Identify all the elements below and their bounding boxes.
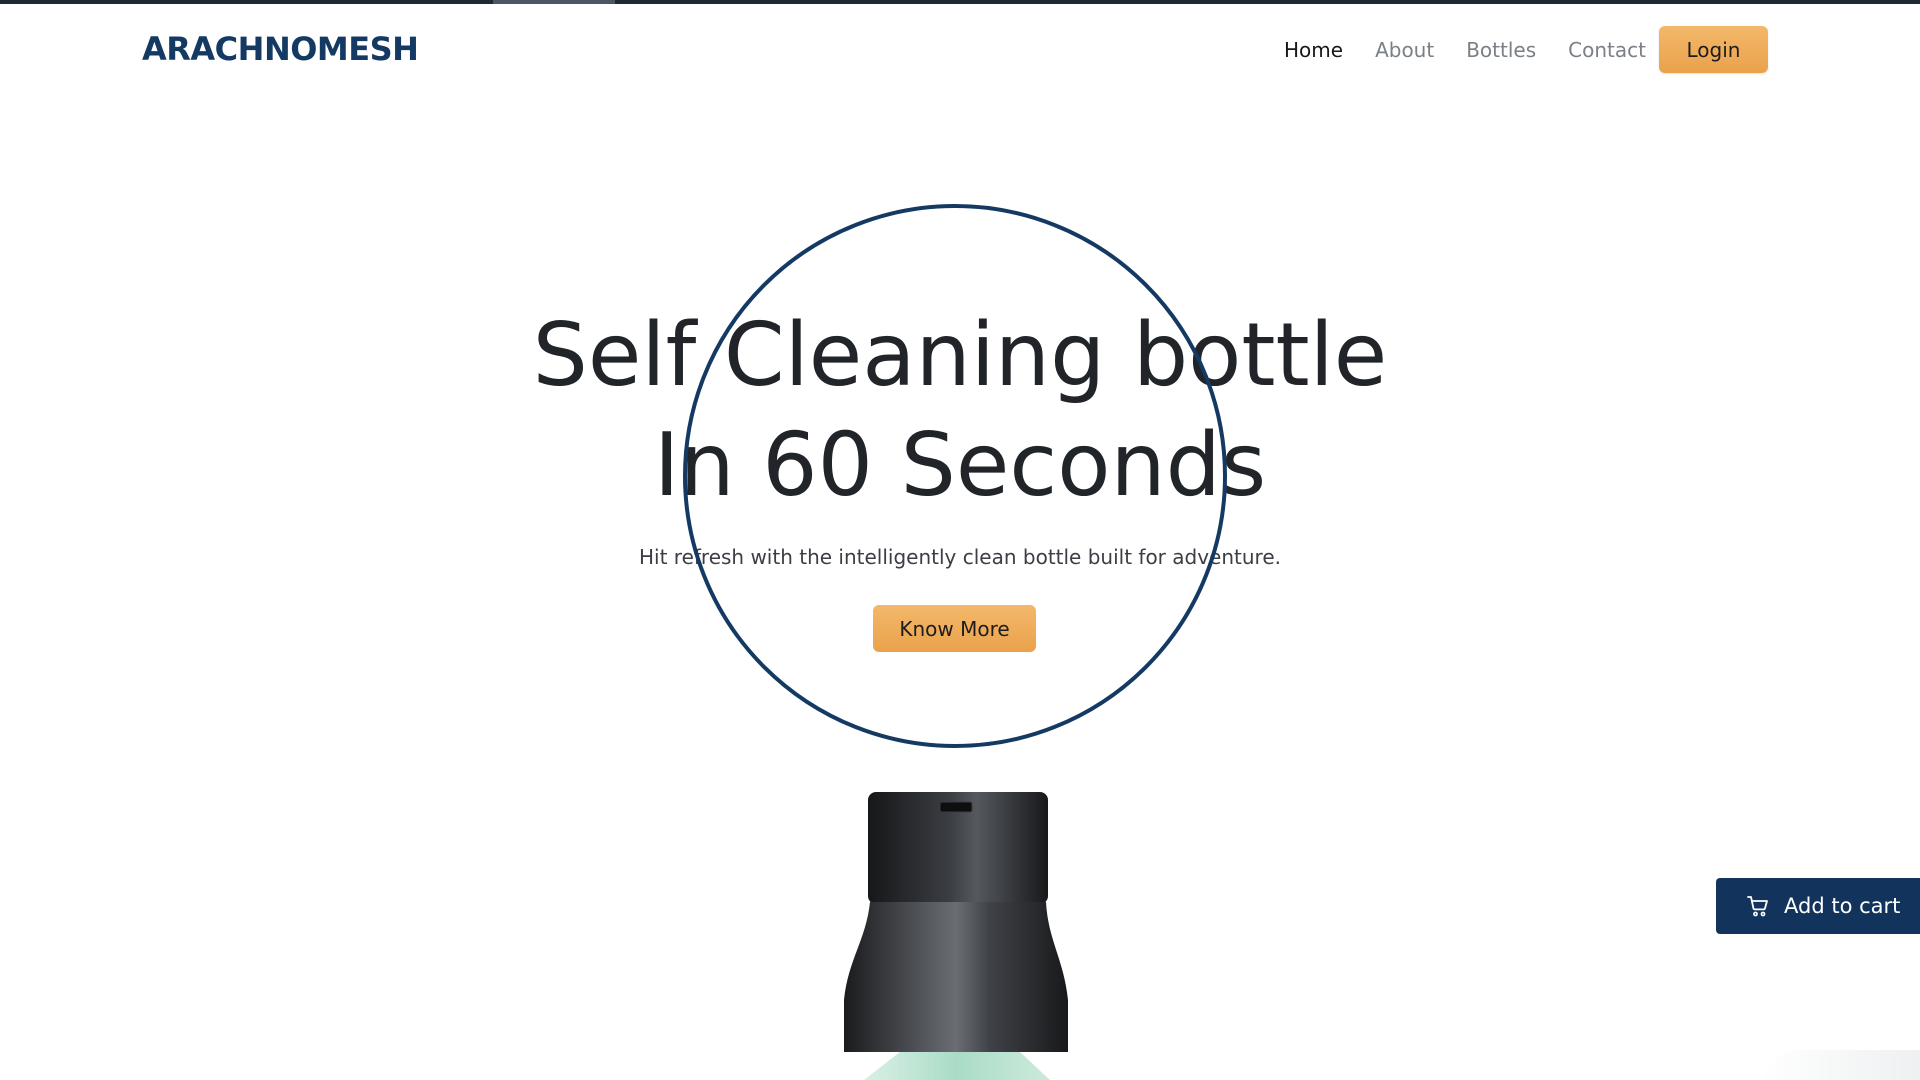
hero-title: Self Cleaning bottle In 60 Seconds bbox=[460, 300, 1460, 520]
page-loading-bar-fill bbox=[493, 0, 615, 4]
hero-subtitle: Hit refresh with the intelligently clean… bbox=[638, 545, 1281, 569]
hero-title-line-1: Self Cleaning bottle bbox=[532, 304, 1388, 406]
cart-icon bbox=[1747, 896, 1768, 917]
add-to-cart-label: Add to cart bbox=[1784, 894, 1901, 918]
hero-title-line-2: In 60 Seconds bbox=[653, 414, 1267, 516]
add-to-cart-button[interactable]: Add to cart bbox=[1716, 878, 1920, 934]
nav-link-home[interactable]: Home bbox=[1284, 38, 1343, 62]
nav-link-about[interactable]: About bbox=[1375, 38, 1434, 62]
bottle-image bbox=[844, 792, 1068, 1080]
know-more-button[interactable]: Know More bbox=[873, 605, 1036, 652]
nav-link-contact[interactable]: Contact bbox=[1568, 38, 1646, 62]
login-button[interactable]: Login bbox=[1659, 26, 1768, 73]
brand-logo[interactable]: ARACHNOMESH bbox=[142, 30, 419, 68]
product-thumbnail-edge bbox=[1760, 1050, 1920, 1080]
main-nav: Home About Bottles Contact bbox=[1284, 38, 1646, 62]
page-loading-bar bbox=[0, 0, 1920, 4]
nav-link-bottles[interactable]: Bottles bbox=[1466, 38, 1536, 62]
